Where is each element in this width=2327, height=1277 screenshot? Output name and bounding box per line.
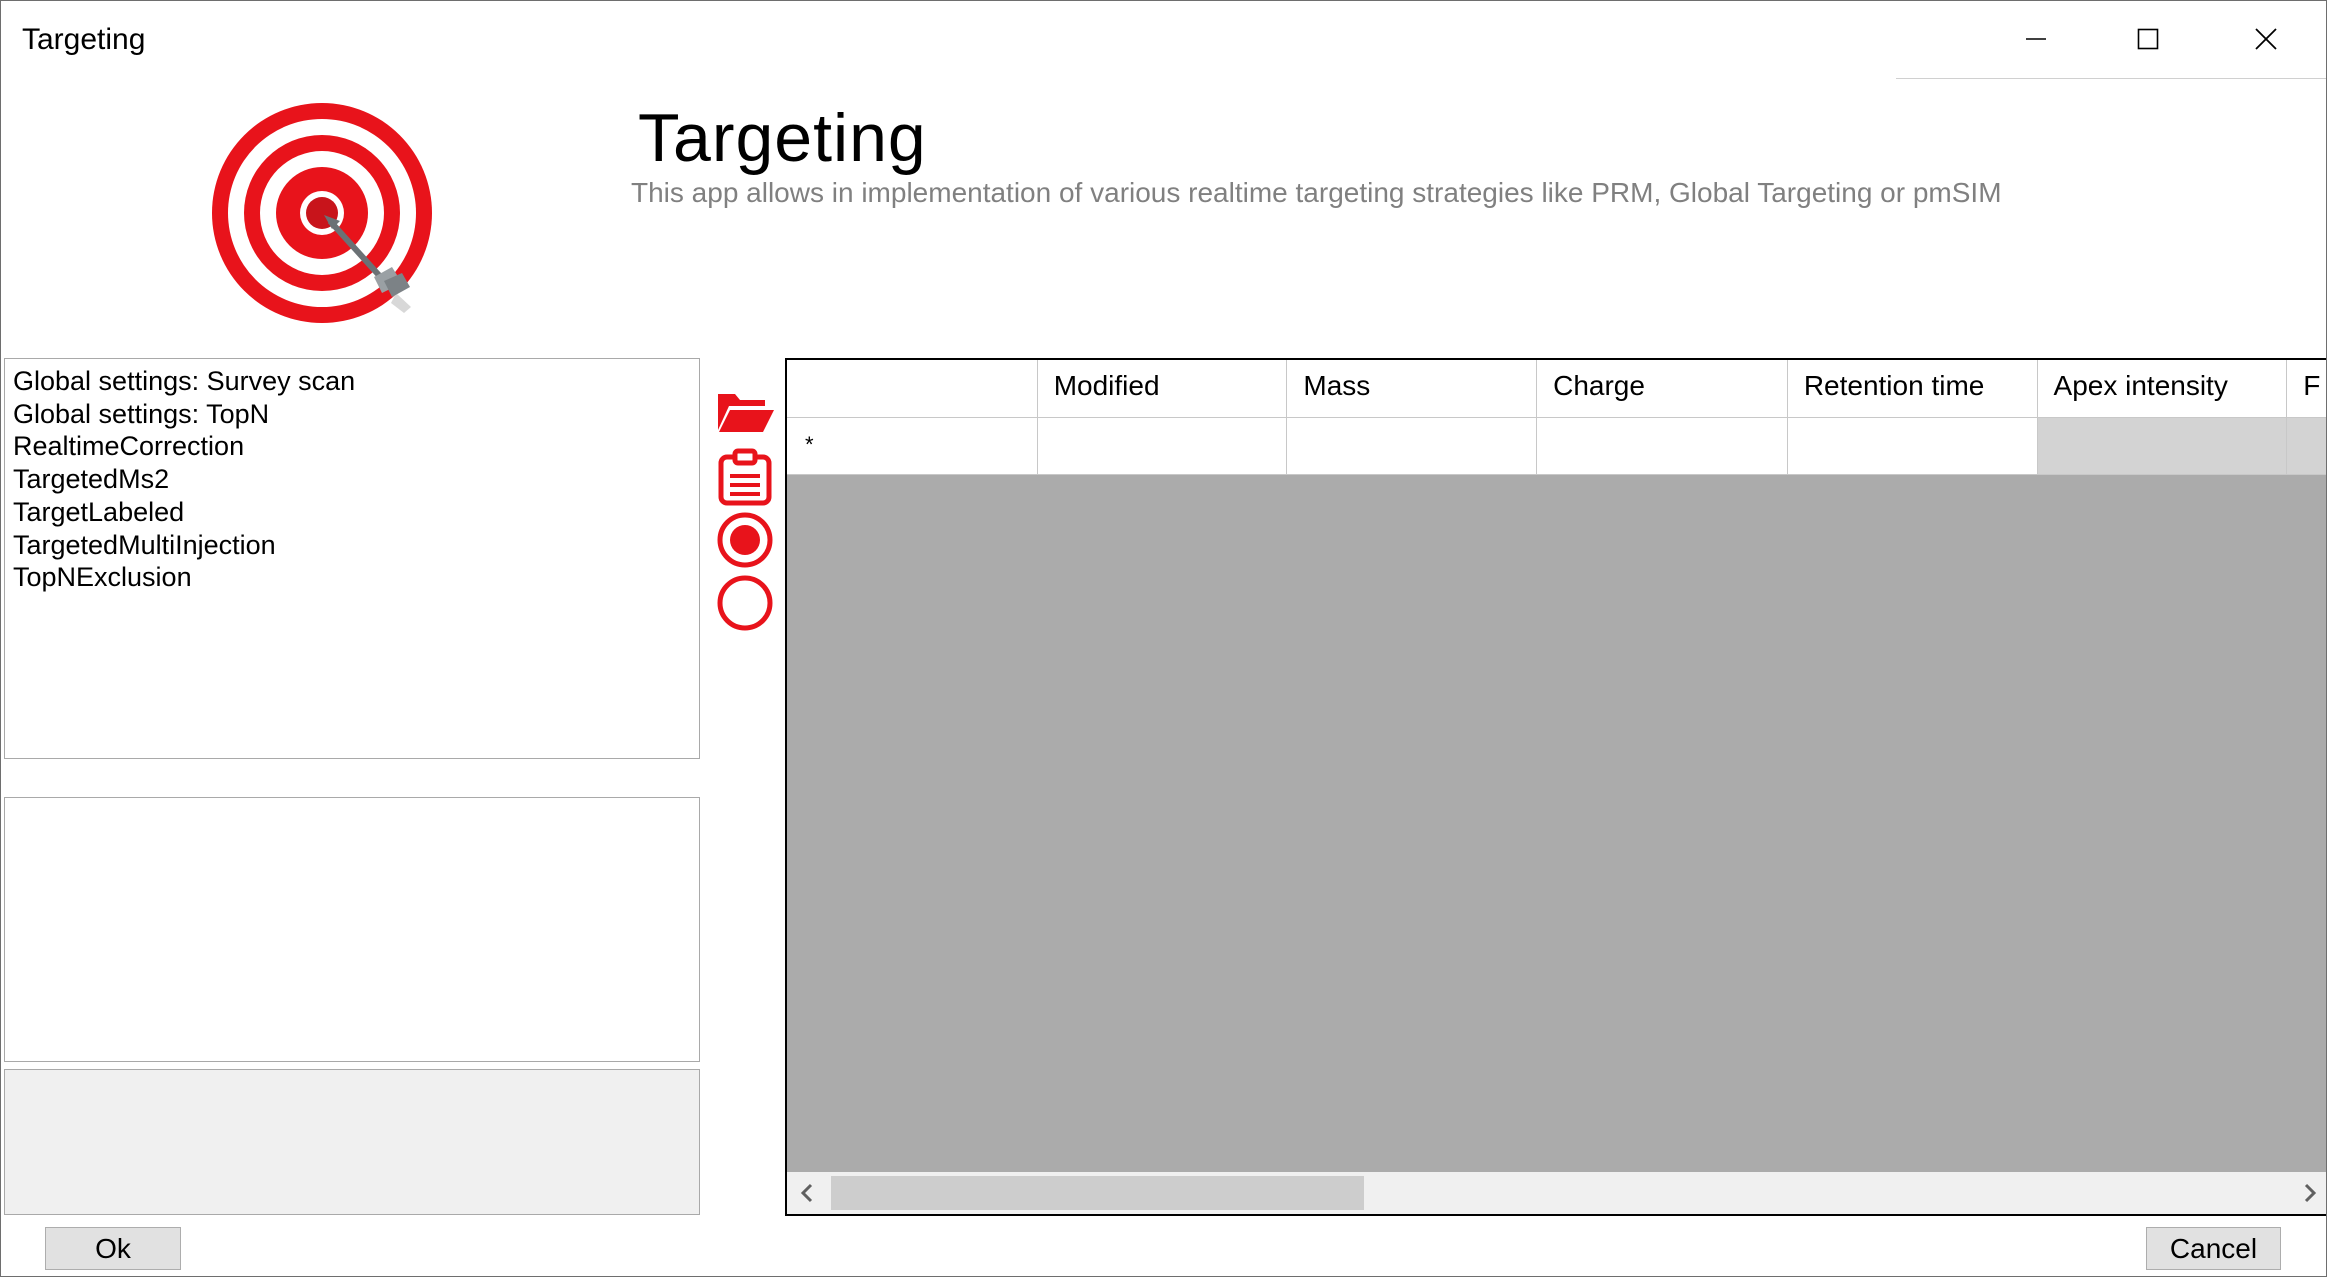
empty-circle-icon	[717, 575, 773, 631]
column-header-modified[interactable]: Modified	[1037, 360, 1288, 418]
cell-apex-intensity	[2037, 418, 2288, 475]
targeting-window: Targeting Targeting This app allows in i…	[0, 0, 2327, 1277]
app-description: This app allows in implementation of var…	[631, 177, 2002, 208]
cell-mass[interactable]	[1287, 418, 1538, 475]
list-item[interactable]: TopNExclusion	[13, 561, 699, 594]
open-folder-icon	[718, 394, 774, 432]
filled-circle-icon	[717, 512, 773, 568]
window-title: Targeting	[22, 23, 146, 56]
scroll-right-button[interactable]	[2290, 1172, 2326, 1214]
horizontal-scrollbar[interactable]	[787, 1172, 2326, 1214]
cell-retention-time[interactable]	[1787, 418, 2038, 475]
clipboard-icon	[718, 448, 772, 506]
ok-button[interactable]: Ok	[45, 1227, 181, 1270]
minimize-button[interactable]	[1991, 9, 2081, 69]
column-header-apex-intensity[interactable]: Apex intensity	[2037, 360, 2288, 418]
column-header-charge[interactable]: Charge	[1537, 360, 1788, 418]
column-header-f[interactable]: F	[2287, 360, 2326, 418]
list-item[interactable]: TargetedMultiInjection	[13, 529, 699, 562]
chevron-left-icon	[800, 1183, 813, 1203]
list-item[interactable]: Global settings: Survey scan	[13, 365, 699, 398]
status-box	[4, 1069, 700, 1215]
list-item[interactable]: TargetLabeled	[13, 496, 699, 529]
cell-modified[interactable]	[1037, 418, 1288, 475]
grid-header: Modified Mass Charge Retention time Apex…	[787, 360, 2326, 418]
close-button[interactable]	[2221, 9, 2311, 69]
target-with-arrow-icon	[212, 103, 432, 323]
select-all-button[interactable]	[715, 511, 775, 569]
details-box[interactable]	[4, 797, 700, 1062]
cell-charge[interactable]	[1537, 418, 1788, 475]
list-item[interactable]: Global settings: TopN	[13, 398, 699, 431]
paste-button[interactable]	[715, 448, 775, 506]
column-header-mass[interactable]: Mass	[1287, 360, 1538, 418]
list-item[interactable]: RealtimeCorrection	[13, 430, 699, 463]
chevron-right-icon	[2304, 1183, 2317, 1203]
maximize-button[interactable]	[2103, 9, 2193, 69]
modules-list[interactable]: Global settings: Survey scan Global sett…	[4, 358, 700, 759]
open-file-button[interactable]	[715, 382, 775, 440]
titlebar-divider	[1896, 78, 2326, 79]
minimize-icon	[2026, 38, 2046, 40]
scrollbar-thumb[interactable]	[831, 1176, 1364, 1210]
column-header-rowselector[interactable]	[787, 360, 1038, 418]
cell-f	[2287, 418, 2326, 475]
list-item[interactable]: TargetedMs2	[13, 463, 699, 496]
cancel-button[interactable]: Cancel	[2146, 1227, 2281, 1270]
new-row-marker[interactable]: *	[787, 418, 1038, 475]
column-header-retention-time[interactable]: Retention time	[1787, 360, 2038, 418]
deselect-all-button[interactable]	[715, 574, 775, 632]
app-heading: Targeting	[638, 100, 927, 176]
maximize-icon	[2137, 28, 2159, 50]
targets-grid[interactable]: Modified Mass Charge Retention time Apex…	[785, 358, 2326, 1216]
close-icon	[2255, 28, 2277, 50]
scroll-left-button[interactable]	[787, 1172, 827, 1214]
table-row[interactable]: *	[787, 418, 2326, 475]
